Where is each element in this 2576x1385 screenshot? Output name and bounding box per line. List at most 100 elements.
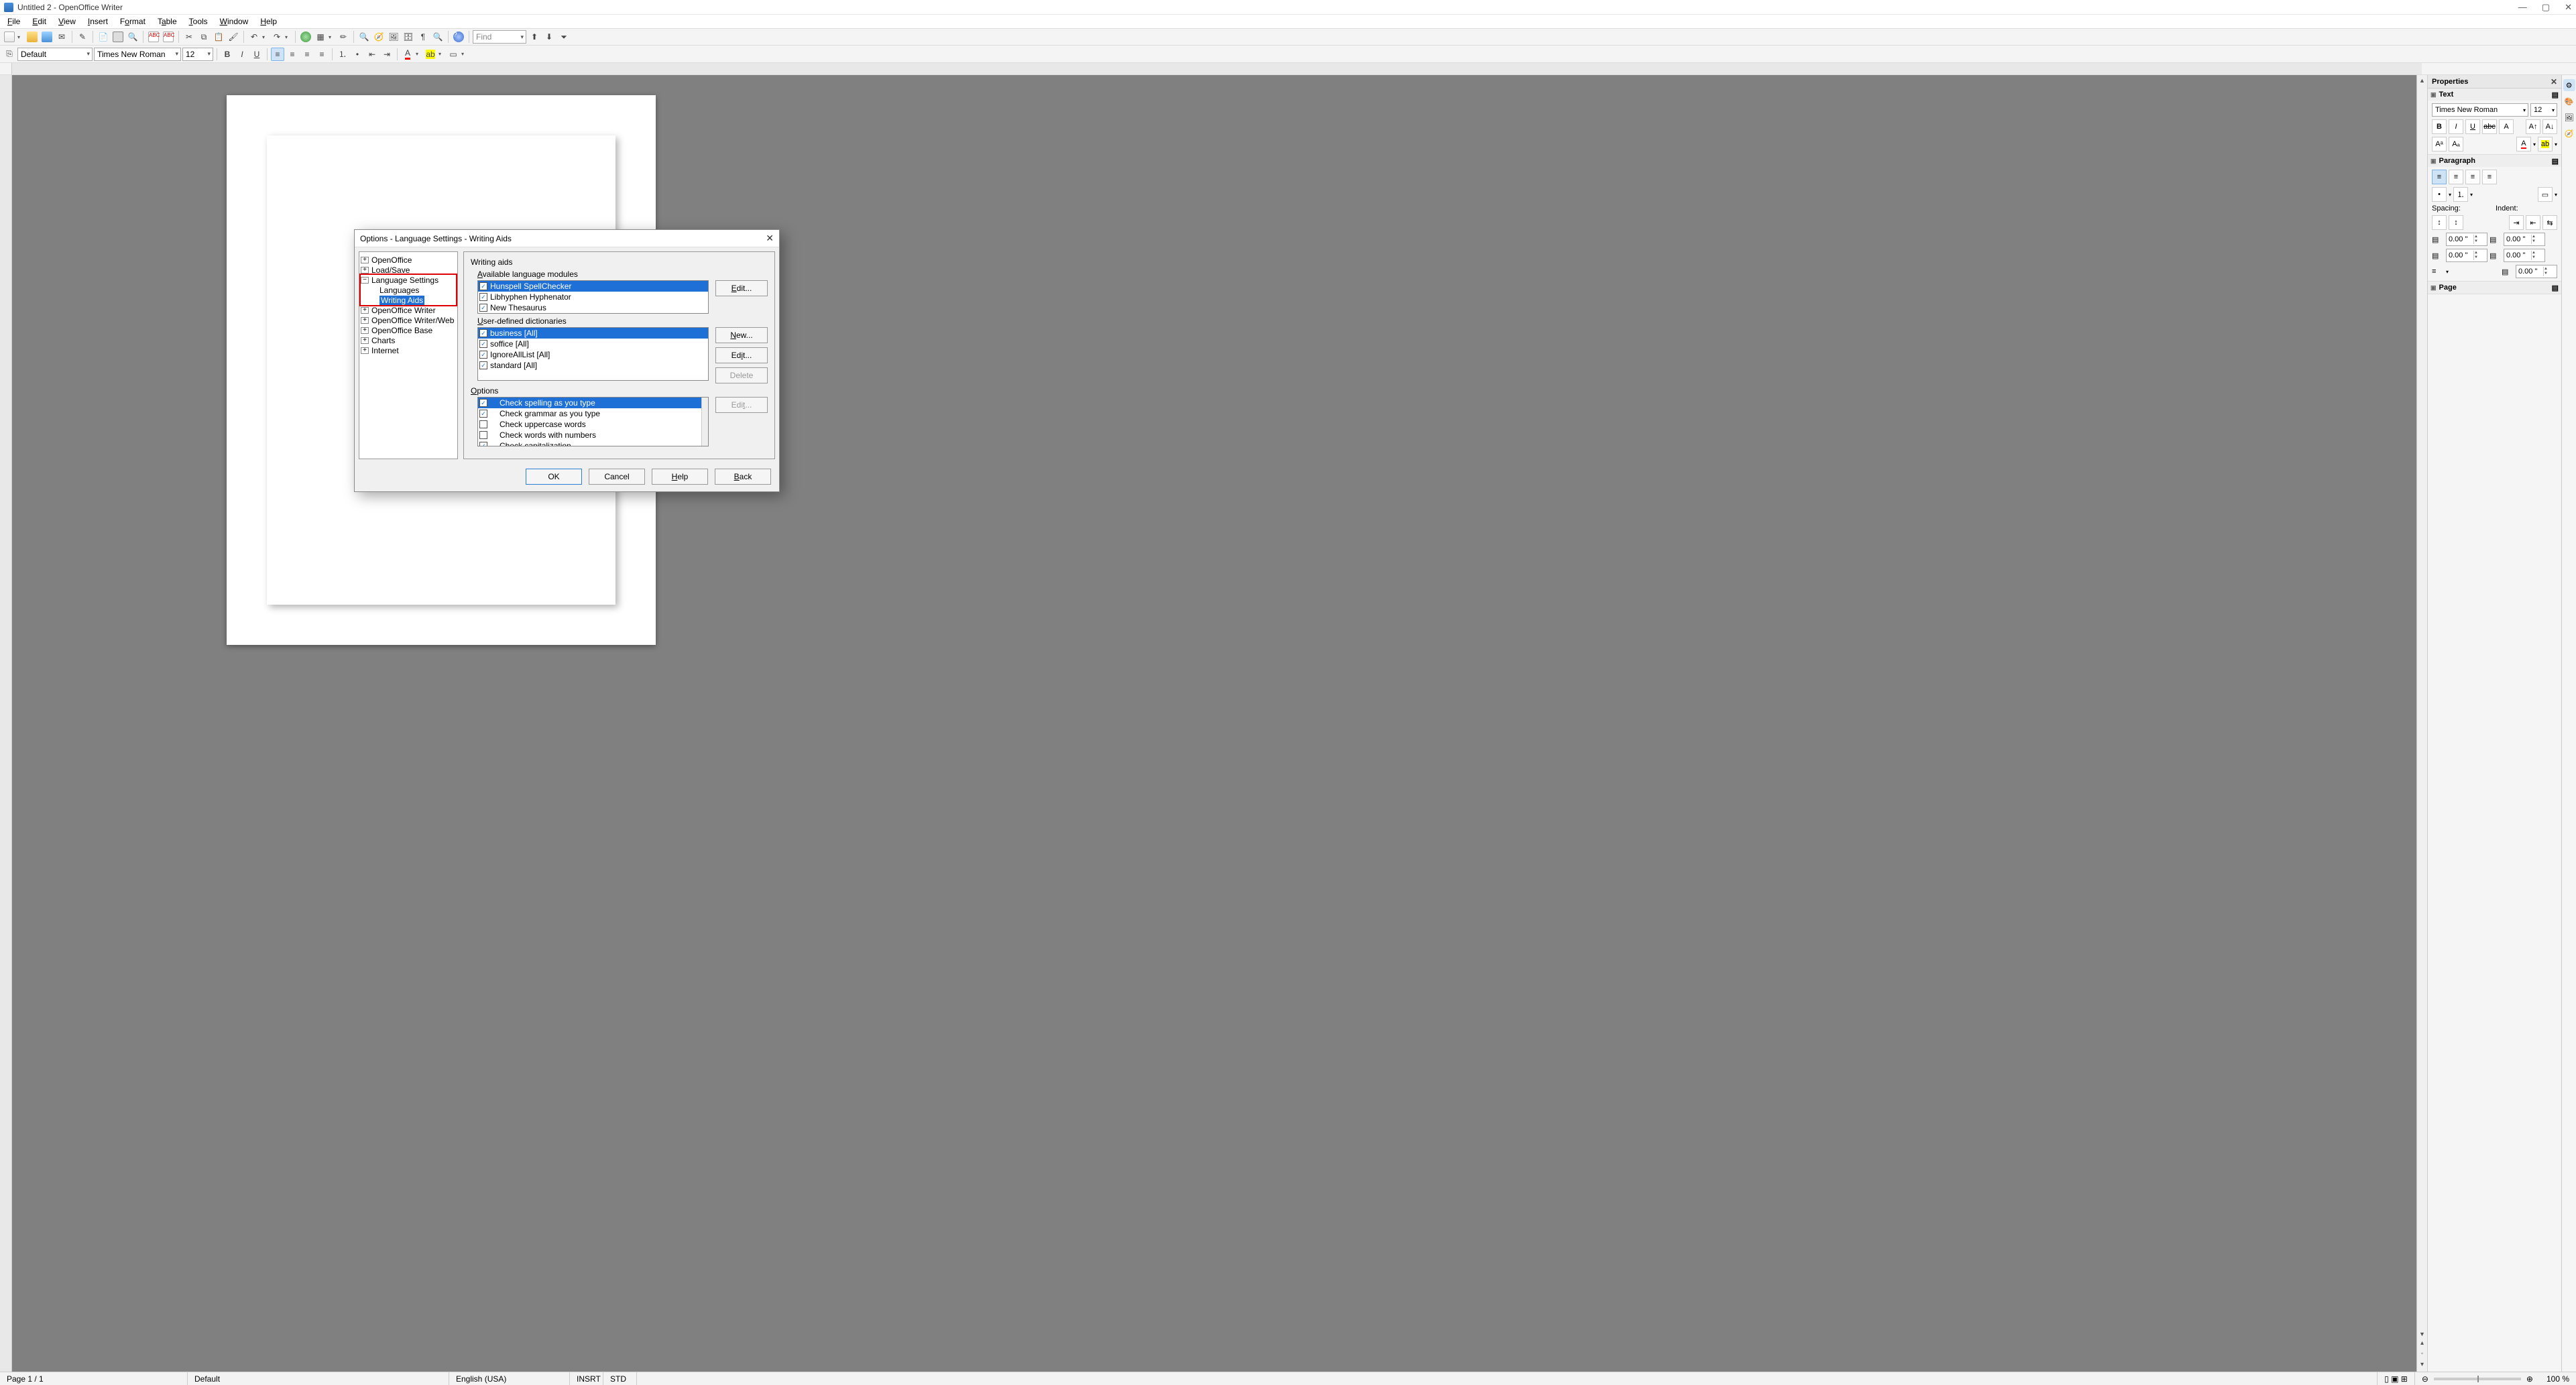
options-scrollbar[interactable] <box>701 398 708 446</box>
dec-indent-button[interactable]: ⇤ <box>2526 215 2540 230</box>
prop-strike-button[interactable]: abc <box>2482 119 2497 134</box>
nav-button[interactable]: ◦ <box>2421 1350 2424 1361</box>
dict-item[interactable]: IgnoreAllList [All] <box>478 349 708 360</box>
spellcheck-button[interactable]: ABC <box>147 30 160 44</box>
gallery-button[interactable]: 🖼 <box>387 30 400 44</box>
prop-highlight-button[interactable]: ab <box>2538 137 2553 152</box>
styles-button[interactable]: ⎘ <box>3 48 16 61</box>
edit-file-button[interactable]: ✎ <box>76 30 89 44</box>
inc-spacing-button[interactable]: ↕ <box>2432 215 2447 230</box>
sidebar-styles-icon[interactable]: 🎨 <box>2563 95 2575 107</box>
zoom-controls[interactable]: ⊖⊕ <box>2415 1372 2540 1385</box>
dict-item[interactable]: soffice [All] <box>478 339 708 349</box>
number-list-button[interactable]: ⒈ <box>336 48 349 61</box>
close-button[interactable]: ✕ <box>2565 2 2572 13</box>
dict-new-button[interactable]: New... <box>715 327 768 343</box>
option-item[interactable]: Check uppercase words <box>478 419 708 430</box>
bold-button[interactable]: B <box>221 48 234 61</box>
align-right-button[interactable]: ≡ <box>300 48 314 61</box>
dict-item[interactable]: standard [All] <box>478 360 708 371</box>
inc-indent-button[interactable]: ⇥ <box>380 48 394 61</box>
prop-italic-button[interactable]: I <box>2449 119 2463 134</box>
dialog-close-button[interactable]: ✕ <box>766 233 774 244</box>
dec-indent-button[interactable]: ⇤ <box>365 48 379 61</box>
find-close-button[interactable]: ⏷ <box>557 30 571 44</box>
prop-align-left[interactable]: ≡ <box>2432 170 2447 184</box>
cancel-button[interactable]: Cancel <box>589 469 645 485</box>
italic-button[interactable]: I <box>235 48 249 61</box>
nonprinting-button[interactable]: ¶ <box>416 30 430 44</box>
document-area[interactable]: Options - Language Settings - Writing Ai… <box>12 75 2416 1372</box>
menu-window[interactable]: Window <box>215 16 253 27</box>
align-center-button[interactable]: ≡ <box>286 48 299 61</box>
prop-numbers[interactable]: ⒈ <box>2453 187 2468 202</box>
status-style[interactable]: Default <box>188 1372 449 1385</box>
prop-grow-button[interactable]: A↑ <box>2526 119 2540 134</box>
new-doc-button[interactable] <box>3 30 16 44</box>
show-draw-button[interactable]: ✏ <box>337 30 350 44</box>
prop-super-button[interactable]: Aᵃ <box>2432 137 2447 152</box>
prop-bold-button[interactable]: B <box>2432 119 2447 134</box>
modules-edit-button[interactable]: Edit... <box>715 280 768 296</box>
minimize-button[interactable]: — <box>2518 2 2527 13</box>
hyperlink-button[interactable] <box>299 30 312 44</box>
option-item[interactable]: Check spelling as you type <box>478 398 708 408</box>
sidebar-properties-icon[interactable]: ⚙ <box>2563 79 2575 91</box>
redo-button[interactable]: ↷ <box>270 30 284 44</box>
options-edit-button[interactable]: Edit... <box>715 397 768 413</box>
status-std[interactable]: STD <box>603 1372 637 1385</box>
open-button[interactable] <box>25 30 39 44</box>
pdf-button[interactable]: 📄 <box>97 30 110 44</box>
properties-close-button[interactable]: ✕ <box>2551 77 2557 86</box>
email-button[interactable]: ✉ <box>55 30 68 44</box>
dictionaries-list[interactable]: business [All] soffice [All] IgnoreAllLi… <box>477 327 709 381</box>
align-justify-button[interactable]: ≡ <box>315 48 329 61</box>
maximize-button[interactable]: ▢ <box>2542 2 2550 13</box>
vertical-scrollbar[interactable]: ▲ ▼ ▴ ◦ ▾ <box>2416 75 2427 1372</box>
ok-button[interactable]: OK <box>526 469 582 485</box>
prop-font-combo[interactable]: Times New Roman <box>2432 103 2528 117</box>
prop-fontcolor-button[interactable]: A <box>2516 137 2531 152</box>
style-combo[interactable]: Default <box>17 48 93 61</box>
highlight-button[interactable]: ab <box>424 48 437 61</box>
modules-list[interactable]: Hunspell SpellChecker Libhyphen Hyphenat… <box>477 280 709 314</box>
align-left-button[interactable]: ≡ <box>271 48 284 61</box>
module-item[interactable]: New Thesaurus <box>478 302 708 313</box>
help-button[interactable]: ? <box>452 30 465 44</box>
find-next-button[interactable]: ⬇ <box>542 30 556 44</box>
autospell-button[interactable]: ABC <box>162 30 175 44</box>
menu-tools[interactable]: Tools <box>184 16 213 27</box>
back-button[interactable]: Back <box>715 469 771 485</box>
dict-edit-button[interactable]: Edit... <box>715 347 768 363</box>
zoom-slider[interactable] <box>2434 1378 2521 1380</box>
first-indent-input[interactable]: ▲▼ <box>2516 265 2557 278</box>
font-color-button[interactable]: A <box>401 48 414 61</box>
menu-help[interactable]: Help <box>255 16 282 27</box>
inc-indent-button[interactable]: ⇥ <box>2509 215 2524 230</box>
next-page-button[interactable]: ▾ <box>2420 1361 2424 1372</box>
options-tree[interactable]: +OpenOffice +Load/Save −Language Setting… <box>359 251 458 459</box>
dec-spacing-button[interactable]: ↕ <box>2449 215 2463 230</box>
paste-button[interactable]: 📋 <box>212 30 225 44</box>
copy-button[interactable]: ⧉ <box>197 30 211 44</box>
options-list[interactable]: Check spelling as you type Check grammar… <box>477 397 709 446</box>
status-lang[interactable]: English (USA) <box>449 1372 570 1385</box>
dict-item[interactable]: business [All] <box>478 328 708 339</box>
prop-underline-button[interactable]: U <box>2465 119 2480 134</box>
prop-align-justify[interactable]: ≡ <box>2482 170 2497 184</box>
find-replace-button[interactable]: 🔍 <box>357 30 371 44</box>
left-indent-input[interactable]: ▲▼ <box>2504 233 2545 246</box>
scroll-up-icon[interactable]: ▲ <box>2417 75 2427 86</box>
below-spacing-input[interactable]: ▲▼ <box>2446 249 2487 262</box>
table-button[interactable]: ▦ <box>314 30 327 44</box>
option-item[interactable]: Check capitalization <box>478 440 708 446</box>
hanging-indent-button[interactable]: ⇆ <box>2542 215 2557 230</box>
prop-shadow-button[interactable]: A <box>2499 119 2514 134</box>
prop-align-right[interactable]: ≡ <box>2465 170 2480 184</box>
menu-format[interactable]: Format <box>115 16 150 27</box>
bg-color-button[interactable]: ▭ <box>447 48 460 61</box>
cut-button[interactable]: ✂ <box>182 30 196 44</box>
sidebar-gallery-icon[interactable]: 🖼 <box>2563 111 2575 123</box>
module-item[interactable]: Libhyphen Hyphenator <box>478 292 708 302</box>
find-prev-button[interactable]: ⬆ <box>528 30 541 44</box>
